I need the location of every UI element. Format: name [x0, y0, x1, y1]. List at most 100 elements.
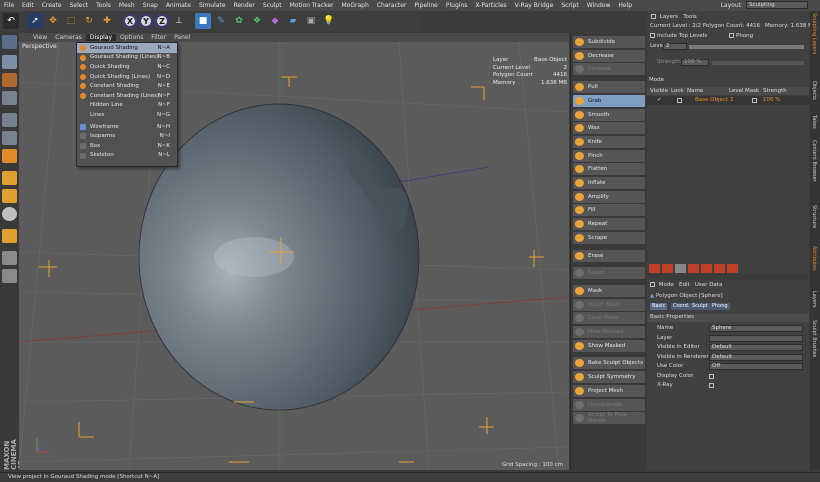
sculpt-button-subdivide[interactable]: Subdivide	[573, 36, 645, 48]
attr-use-color-field[interactable]: Off	[709, 363, 803, 370]
sculpt-button-sculpt-to-pose-morph[interactable]: Sculpt To Pose Morph	[573, 412, 645, 425]
bake-layer-icon[interactable]	[727, 264, 738, 273]
tab-tools[interactable]: Tools	[683, 14, 697, 20]
cube-icon[interactable]: ■	[195, 13, 211, 29]
table-row[interactable]: ✓ Base Object 2 100 %	[647, 96, 809, 105]
sculpt-button-bake-sculpt-objects[interactable]: Bake Sculpt Objects	[573, 357, 645, 370]
cloner-icon[interactable]: ❖	[249, 13, 265, 29]
light-icon[interactable]: 💡	[321, 13, 337, 29]
right-tab-structure[interactable]: Structure	[811, 205, 817, 228]
model-mode-icon[interactable]	[2, 55, 17, 69]
tab-coord[interactable]: Coord.	[671, 303, 692, 310]
menu-select[interactable]: Select	[66, 2, 93, 9]
phong-checkbox[interactable]	[729, 33, 734, 38]
sculpt-button-amplify[interactable]: Amplify	[573, 190, 645, 203]
level-field[interactable]: 2	[663, 43, 687, 50]
menu-edit[interactable]: Edit	[18, 2, 38, 9]
menu-window[interactable]: Window	[583, 2, 615, 9]
menu-mesh[interactable]: Mesh	[115, 2, 139, 9]
camera-icon[interactable]: ▣	[303, 13, 319, 29]
lock-icon[interactable]	[2, 229, 17, 243]
sculpt-button-mask[interactable]: Mask	[573, 284, 645, 297]
layers-icon[interactable]	[2, 251, 17, 265]
menu-tools[interactable]: Tools	[92, 2, 115, 9]
include-top-levels-row[interactable]: Include Top Levels	[650, 33, 707, 39]
right-tab-takes[interactable]: Takes	[811, 115, 817, 129]
texture-mode-icon[interactable]	[2, 73, 17, 87]
x-axis-icon[interactable]: X	[123, 14, 137, 28]
sculpt-button-invert-mask[interactable]: Invert Mask	[573, 298, 645, 311]
column-header-visible[interactable]: Visible	[650, 88, 668, 94]
rotate-icon[interactable]: ↻	[81, 13, 97, 29]
attr-visible-in-renderer-field[interactable]: Default	[709, 353, 803, 361]
attr-layer-field[interactable]	[709, 334, 803, 342]
menu-mode[interactable]: Mode	[659, 282, 674, 288]
sculpt-button-pull[interactable]: Pull	[573, 81, 645, 94]
remove-layer-icon[interactable]	[675, 264, 686, 273]
sculpt-button-project-mesh[interactable]: Project Mesh	[573, 384, 645, 397]
viewport-menu-view[interactable]: View	[29, 34, 51, 41]
collapse-layer-icon[interactable]	[714, 264, 725, 273]
tab-phong[interactable]: Phong	[710, 303, 730, 310]
level-slider[interactable]	[689, 45, 804, 49]
sculpt-button-show-masked[interactable]: Show Masked	[573, 339, 645, 352]
y-axis-icon[interactable]: Y	[139, 14, 153, 28]
duplicate-layer-icon[interactable]	[688, 264, 699, 273]
subdivision-icon[interactable]: ✿	[231, 13, 247, 29]
attr-display-color-control[interactable]	[709, 373, 714, 379]
sculpt-button-repeat[interactable]: Repeat	[573, 218, 645, 231]
column-header-level[interactable]: Level	[729, 88, 744, 94]
column-header-name[interactable]: Name	[687, 88, 703, 94]
undo-icon[interactable]: ↶	[3, 13, 19, 29]
display-option-constant-shading-lines[interactable]: Constant Shading (Lines) N~F	[77, 91, 177, 101]
strength-slider[interactable]	[712, 61, 804, 65]
display-option-isoparms[interactable]: Isoparms N~I	[77, 131, 177, 141]
sculpt-button-increase[interactable]: Increase	[573, 63, 645, 76]
viewport-menu-options[interactable]: Options	[116, 34, 147, 41]
sculpt-button-wax[interactable]: Wax	[573, 122, 645, 135]
tab-sculpt[interactable]: Sculpt	[690, 303, 710, 310]
polygons-mode-icon[interactable]	[2, 149, 17, 163]
pen-icon[interactable]: ✎	[213, 13, 229, 29]
grid-icon[interactable]	[2, 269, 17, 283]
viewport-menu-display[interactable]: Display	[85, 34, 117, 41]
menu-snap[interactable]: Snap	[139, 2, 162, 9]
viewport-menu-filter[interactable]: Filter	[147, 34, 170, 41]
sculpt-button-inflate[interactable]: Inflate	[573, 177, 645, 189]
sculpt-button-unsubdivide[interactable]: Unsubdivide	[573, 398, 645, 411]
sculpt-button-decrease[interactable]: Decrease	[573, 49, 645, 62]
edges-mode-icon[interactable]	[2, 131, 17, 145]
menu-pipeline[interactable]: Pipeline	[410, 2, 441, 9]
menu-mograph[interactable]: MoGraph	[338, 2, 373, 9]
menu-v-ray-bridge[interactable]: V-Ray Bridge	[511, 2, 558, 9]
display-option-lines[interactable]: Lines N~G	[77, 110, 177, 120]
menu-character[interactable]: Character	[373, 2, 411, 9]
workplane-icon[interactable]	[2, 91, 17, 105]
menu-file[interactable]: File	[0, 2, 18, 9]
display-option-gouraud-shading-lines[interactable]: Gouraud Shading (Lines) N~B	[77, 53, 177, 63]
sculpt-button-flatten[interactable]: Flatten	[573, 163, 645, 176]
menu-render[interactable]: Render	[229, 2, 258, 9]
attr-visible-in-editor-field[interactable]: Default	[709, 344, 803, 351]
snap-icon[interactable]	[2, 207, 17, 221]
right-tab-attributes[interactable]: Attributes	[811, 246, 817, 271]
sculpt-button-clear-mask[interactable]: Clear Mask	[573, 312, 645, 325]
sculpt-button-pinch[interactable]: Pinch	[573, 149, 645, 162]
sculpt-button-hide-masked[interactable]: Hide Masked	[573, 326, 645, 338]
sculpt-button-erase[interactable]: Erase	[573, 249, 645, 262]
column-header-lock[interactable]: Lock	[671, 88, 684, 94]
viewport-menu-cameras[interactable]: Cameras	[51, 34, 86, 41]
menu-create[interactable]: Create	[38, 2, 66, 9]
menu-x-particles[interactable]: X-Particles	[471, 2, 510, 9]
make-editable-icon[interactable]	[2, 35, 17, 49]
menu-script[interactable]: Script	[557, 2, 582, 9]
sculpt-button-sculpt-symmetry[interactable]: Sculpt Symmetry	[573, 371, 645, 384]
add-folder-icon[interactable]	[662, 264, 673, 273]
scale-icon[interactable]: ⬚	[63, 13, 79, 29]
menu-sculpt[interactable]: Sculpt	[259, 2, 286, 9]
layout-select[interactable]: Sculpting	[746, 1, 808, 9]
phong-row[interactable]: Phong	[729, 33, 753, 39]
column-header-mask[interactable]: Mask	[745, 88, 759, 94]
right-tab-sculpt-brushes[interactable]: Sculpt Brushes	[811, 320, 817, 357]
visible-checkbox[interactable]: ✓	[657, 97, 662, 103]
